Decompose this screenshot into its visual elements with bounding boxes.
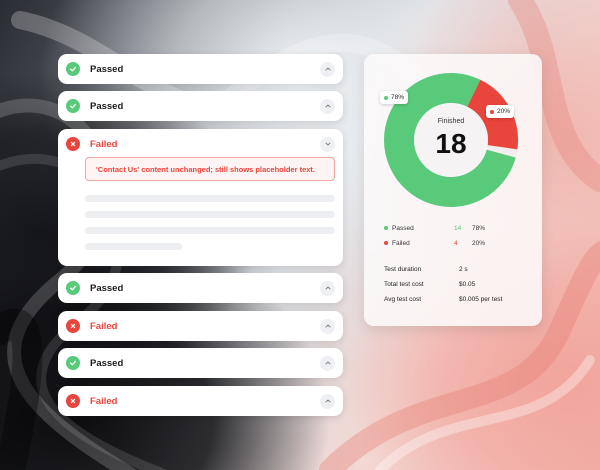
stat-row: Test duration 2 s	[384, 264, 468, 274]
result-card[interactable]: Passed	[58, 91, 343, 121]
x-icon	[66, 394, 80, 408]
dot-icon	[490, 109, 494, 114]
check-icon	[66, 356, 80, 370]
status-label: Passed	[90, 100, 124, 112]
center-label: Finished	[437, 118, 465, 125]
result-card[interactable]: Passed	[58, 273, 343, 303]
tag-value: 78%	[391, 94, 405, 101]
result-card[interactable]: Failed	[58, 311, 343, 341]
check-icon	[66, 62, 80, 76]
stat-key: Test duration	[384, 265, 422, 273]
chevron-up-icon[interactable]	[320, 98, 335, 114]
status-label: Failed	[90, 395, 118, 407]
error-message: 'Contact Us' content unchanged; still sh…	[85, 157, 335, 181]
x-icon	[66, 319, 80, 333]
legend-row-passed: Passed 14 78%	[384, 223, 485, 233]
legend-name: Passed	[392, 224, 414, 232]
summary-panel: Finished 18 78% 20% Passed 14 78% Failed…	[364, 54, 542, 326]
dot-icon	[384, 95, 388, 100]
result-card[interactable]: Passed	[58, 348, 343, 378]
legend-count: 4	[454, 239, 458, 247]
chevron-up-icon[interactable]	[320, 318, 335, 334]
chevron-up-icon[interactable]	[320, 280, 335, 296]
stat-value: $0.005 per test	[459, 295, 503, 303]
legend-row-failed: Failed 4 20%	[384, 238, 485, 248]
check-icon	[66, 281, 80, 295]
chevron-up-icon[interactable]	[320, 61, 335, 77]
result-card[interactable]: Failed	[58, 386, 343, 416]
legend-percent: 20%	[472, 239, 486, 247]
chevron-down-icon[interactable]	[320, 136, 335, 152]
stat-row: Avg test cost $0.005 per test	[384, 294, 502, 304]
dot-icon	[384, 241, 388, 245]
tag-value: 20%	[497, 108, 511, 115]
status-label: Passed	[90, 357, 124, 369]
stat-key: Total test cost	[384, 280, 424, 288]
x-icon	[66, 137, 80, 151]
skeleton-line	[85, 243, 182, 250]
result-card[interactable]: Passed	[58, 54, 343, 84]
legend-count: 14	[454, 224, 462, 232]
status-label: Failed	[90, 320, 118, 332]
legend-name: Failed	[392, 239, 410, 247]
result-card-expanded[interactable]: Failed 'Contact Us' content unchanged; s…	[58, 129, 343, 266]
stat-value: 2 s	[459, 265, 468, 273]
skeleton-line	[85, 211, 335, 218]
finished-count: 18	[435, 128, 467, 159]
chevron-up-icon[interactable]	[320, 355, 335, 371]
skeleton-line	[85, 227, 335, 234]
stat-row: Total test cost $0.05	[384, 279, 475, 289]
chevron-up-icon[interactable]	[320, 393, 335, 409]
status-label: Passed	[90, 282, 124, 294]
legend-percent: 78%	[472, 224, 486, 232]
stat-key: Avg test cost	[384, 295, 422, 303]
status-label: Failed	[90, 138, 118, 150]
check-icon	[66, 99, 80, 113]
status-label: Passed	[90, 63, 124, 75]
dot-icon	[384, 226, 388, 230]
skeleton-line	[85, 195, 335, 202]
failed-percent-tag: 20%	[486, 105, 515, 118]
stat-value: $0.05	[459, 280, 476, 288]
passed-percent-tag: 78%	[380, 91, 409, 104]
